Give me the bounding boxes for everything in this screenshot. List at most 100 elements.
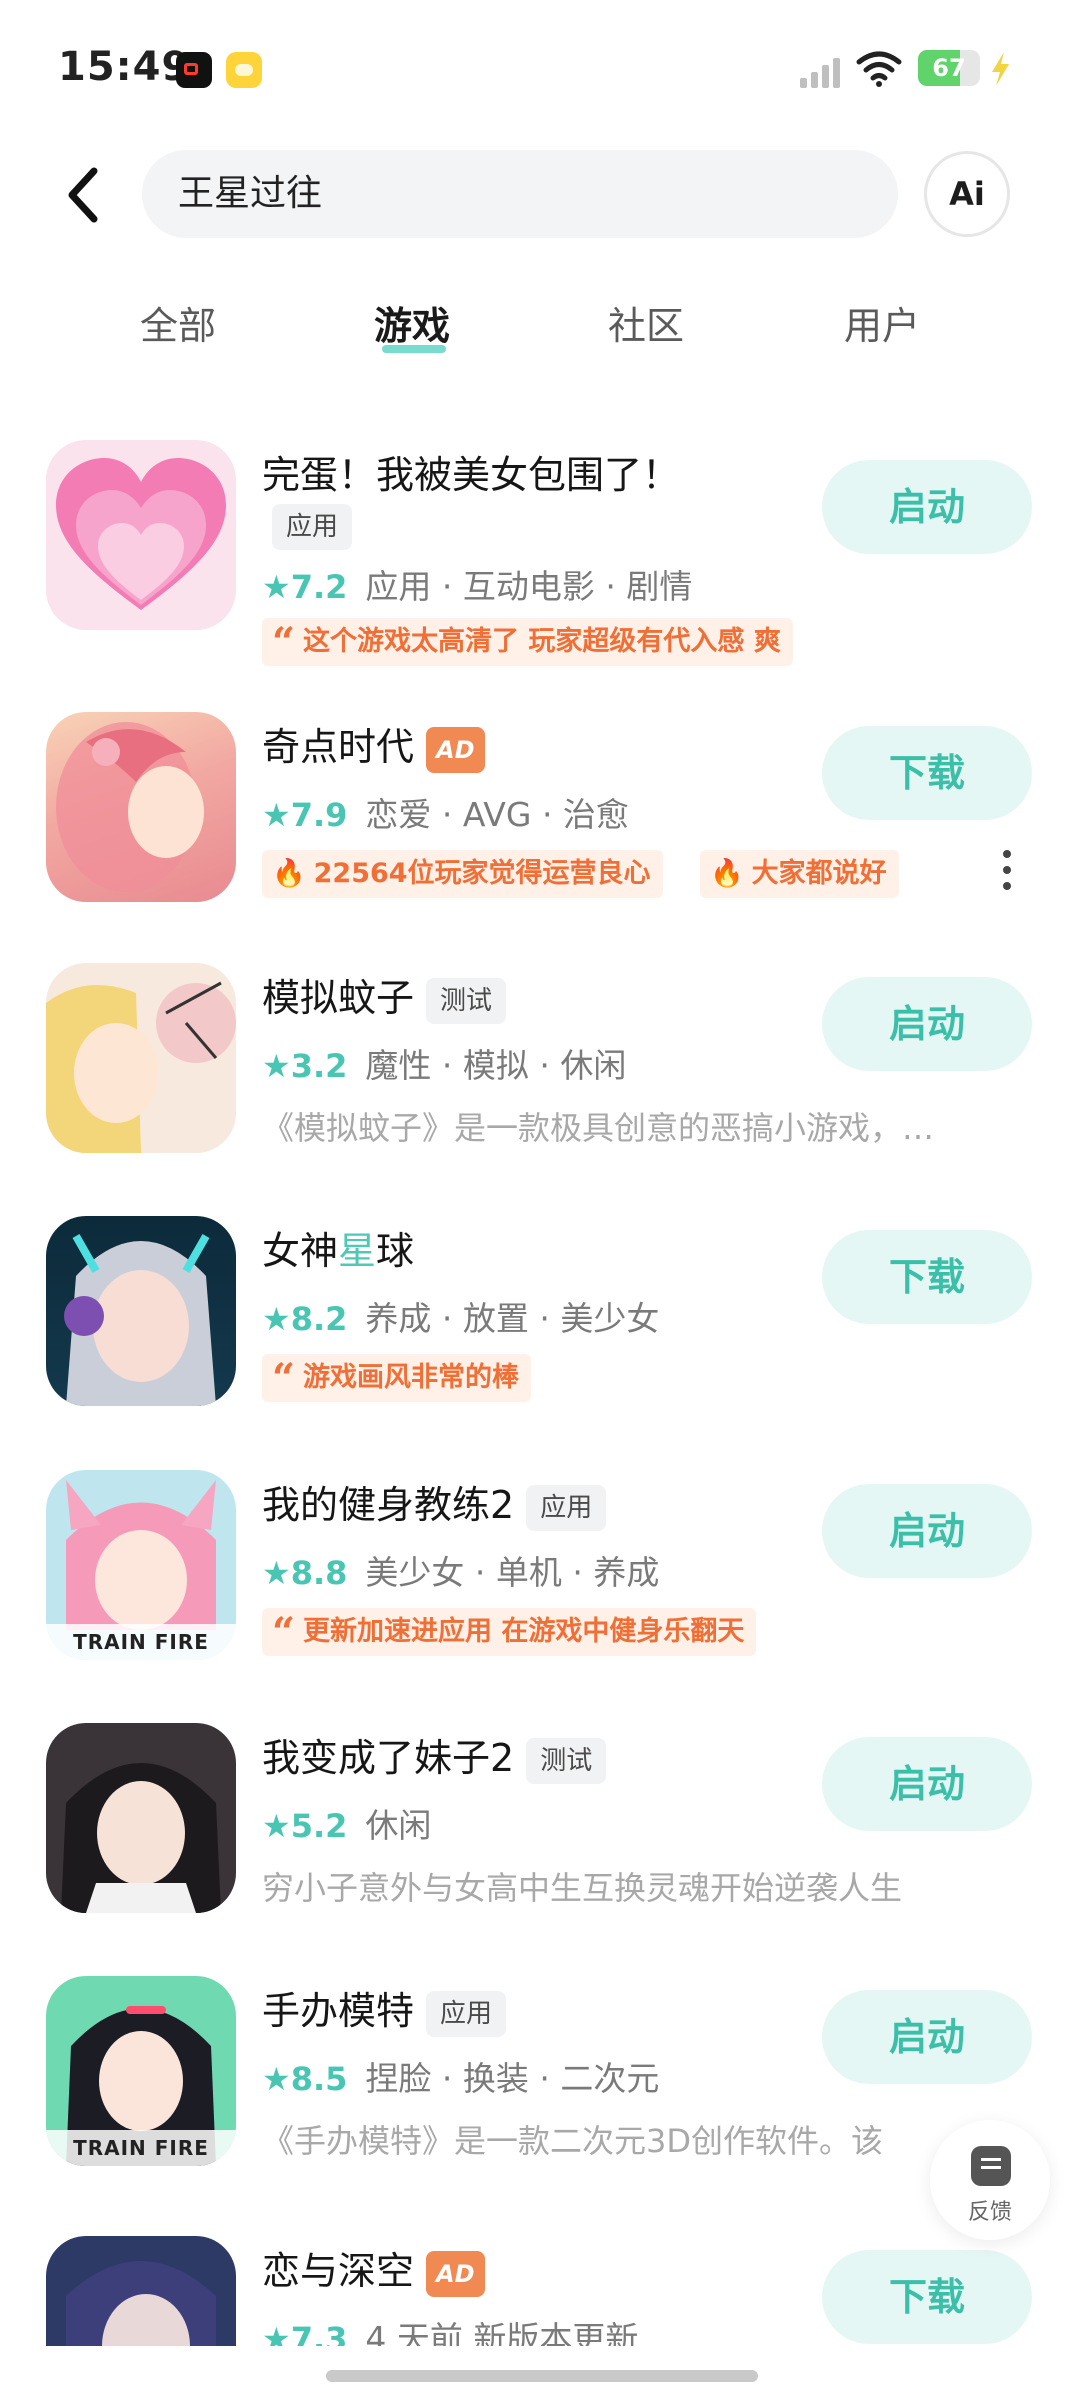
game-icon <box>46 712 236 902</box>
game-title: 奇点时代 AD <box>262 716 485 773</box>
type-tag: 测试 <box>526 1737 607 1784</box>
more-options-icon[interactable] <box>1002 850 1012 890</box>
icon-caption: TRAIN FIRE <box>46 1624 236 1660</box>
game-icon <box>46 2236 236 2346</box>
game-meta: ★7.9 恋爱 · AVG · 治愈 <box>262 788 629 836</box>
game-description: 《手办模特》是一款二次元3D创作软件。该 <box>262 2122 884 2160</box>
game-meta: ★3.2 魔性 · 模拟 · 休闲 <box>262 1039 626 1087</box>
signal-icon <box>800 52 844 88</box>
rating: ★7.3 <box>262 2320 348 2346</box>
launch-button[interactable]: 启动 <box>822 1484 1032 1578</box>
genres: 4 天前 新版本更新 <box>365 2319 639 2346</box>
download-button[interactable]: 下载 <box>822 1230 1032 1324</box>
wifi-icon <box>856 51 902 87</box>
title-highlight: 星 <box>338 1229 377 1273</box>
ad-badge: AD <box>426 726 485 773</box>
genres: 休闲 <box>365 1806 432 1845</box>
quote-icon: “ <box>272 1355 296 1402</box>
type-tag: 应用 <box>526 1484 607 1531</box>
tab-all[interactable]: 全部 <box>118 295 238 350</box>
game-title: 完蛋！我被美女包围了！ <box>262 453 681 497</box>
rating: ★7.9 <box>262 796 348 834</box>
tab-indicator <box>382 345 446 353</box>
title-text: 模拟蚊子 <box>262 976 415 1020</box>
title-text: 我变成了妹子2 <box>262 1736 515 1780</box>
tab-users[interactable]: 用户 <box>822 295 942 350</box>
tab-label: 用户 <box>843 304 920 348</box>
quote-icon: “ <box>272 619 296 666</box>
game-icon: TRAIN FIRE <box>46 1470 236 1660</box>
quote-icon: “ <box>272 1609 296 1656</box>
game-meta: ★5.2 休闲 <box>262 1799 431 1847</box>
hot-text: 这个游戏太高清了 玩家超级有代入感 爽 <box>303 626 781 657</box>
hot-text: 游戏画风非常的棒 <box>303 1362 520 1393</box>
game-list-item[interactable]: 女神星球 ★8.2 养成 · 放置 · 美少女 “游戏画风非常的棒 下载 <box>0 1216 1080 1456</box>
rating: ★5.2 <box>262 1807 348 1845</box>
fire-icon: 🔥 <box>272 858 306 889</box>
game-meta: ★8.5 捏脸 · 换装 · 二次元 <box>262 2052 659 2100</box>
tab-label: 社区 <box>607 304 684 348</box>
game-list-item[interactable]: TRAIN FIRE 手办模特 应用 ★8.5 捏脸 · 换装 · 二次元 《手办模… <box>0 1976 1080 2216</box>
game-icon <box>46 1723 236 1913</box>
ad-badge: AD <box>426 2250 485 2297</box>
status-bar: 15:49 67 <box>0 0 1080 140</box>
game-icon <box>46 1216 236 1406</box>
hot-text: 大家都说好 <box>751 858 887 889</box>
game-list-item[interactable]: 恋与深空 AD ★7.3 4 天前 新版本更新 下载 <box>0 2236 1080 2346</box>
back-icon[interactable] <box>60 165 108 225</box>
tab-games[interactable]: 游戏 <box>352 295 472 353</box>
hot-comment: 🔥 22564位玩家觉得运营良心 <box>262 850 663 898</box>
hot-comment: “游戏画风非常的棒 <box>262 1354 532 1402</box>
game-title: 女神星球 <box>262 1220 414 1275</box>
genres: 魔性 · 模拟 · 休闲 <box>365 1046 627 1085</box>
game-list-item[interactable]: 完蛋！我被美女包围了！ 应用 ★7.2 应用 · 互动电影 · 剧情 “这个游戏太… <box>0 440 1080 680</box>
rating: ★8.5 <box>262 2060 348 2098</box>
feedback-button[interactable]: 反馈 <box>930 2120 1050 2240</box>
game-icon: TRAIN FIRE <box>46 1976 236 2166</box>
search-input[interactable]: 王星过往 <box>142 150 898 238</box>
launch-button[interactable]: 启动 <box>822 977 1032 1071</box>
battery-level: 67 <box>932 54 966 82</box>
type-tag: 应用 <box>272 504 353 550</box>
home-indicator[interactable] <box>326 2370 758 2382</box>
game-description: 《模拟蚊子》是一款极具创意的恶搞小游戏，… <box>262 1109 935 1147</box>
tab-community[interactable]: 社区 <box>586 295 706 350</box>
icon-caption: TRAIN FIRE <box>46 2130 236 2166</box>
launch-button[interactable]: 启动 <box>822 1990 1032 2084</box>
launch-button[interactable]: 启动 <box>822 460 1032 554</box>
genres: 应用 · 互动电影 · 剧情 <box>365 567 693 606</box>
download-button[interactable]: 下载 <box>822 2250 1032 2344</box>
game-icon <box>46 963 236 1153</box>
hot-comment: “这个游戏太高清了 玩家超级有代入感 爽 <box>262 618 793 666</box>
title-text: 恋与深空 <box>262 2249 415 2293</box>
title-text: 球 <box>376 1229 415 1273</box>
search-query: 王星过往 <box>178 173 323 214</box>
genres: 捏脸 · 换装 · 二次元 <box>365 2059 660 2098</box>
charging-icon <box>992 52 1009 86</box>
game-title: 我的健身教练2 应用 <box>262 1474 607 1531</box>
feedback-icon <box>971 2146 1011 2186</box>
game-meta: ★8.2 养成 · 放置 · 美少女 <box>262 1292 659 1340</box>
title-text: 手办模特 <box>262 1989 415 2033</box>
game-icon <box>46 440 236 630</box>
game-list-item[interactable]: 我变成了妹子2 测试 ★5.2 休闲 穷小子意外与女高中生互换灵魂开始逆袭人生 启动 <box>0 1723 1080 1963</box>
game-title: 恋与深空 AD <box>262 2240 485 2297</box>
genres: 美少女 · 单机 · 养成 <box>365 1553 660 1592</box>
genres: 养成 · 放置 · 美少女 <box>365 1299 660 1338</box>
rating: ★8.2 <box>262 1300 348 1338</box>
game-meta: ★8.8 美少女 · 单机 · 养成 <box>262 1546 659 1594</box>
game-title: 手办模特 应用 <box>262 1980 507 2037</box>
fire-icon: 🔥 <box>710 858 744 889</box>
game-list-item[interactable]: 模拟蚊子 测试 ★3.2 魔性 · 模拟 · 休闲 《模拟蚊子》是一款极具创意的恶搞… <box>0 963 1080 1203</box>
ai-button[interactable]: Ai <box>924 151 1010 237</box>
game-list-item[interactable]: TRAIN FIRE 我的健身教练2 应用 ★8.8 美少女 · 单机 · 养成 “… <box>0 1470 1080 1710</box>
rating: ★7.2 <box>262 568 348 606</box>
launch-button[interactable]: 启动 <box>822 1737 1032 1831</box>
feedback-label: 反馈 <box>967 2200 1012 2225</box>
download-button[interactable]: 下载 <box>822 726 1032 820</box>
tab-label: 全部 <box>139 304 216 348</box>
title-text: 奇点时代 <box>262 725 415 769</box>
game-list-item[interactable]: 奇点时代 AD ★7.9 恋爱 · AVG · 治愈 🔥 22564位玩家觉得运营良心… <box>0 712 1080 952</box>
screen-record-icon <box>176 52 212 88</box>
status-time: 15:49 <box>58 44 191 90</box>
